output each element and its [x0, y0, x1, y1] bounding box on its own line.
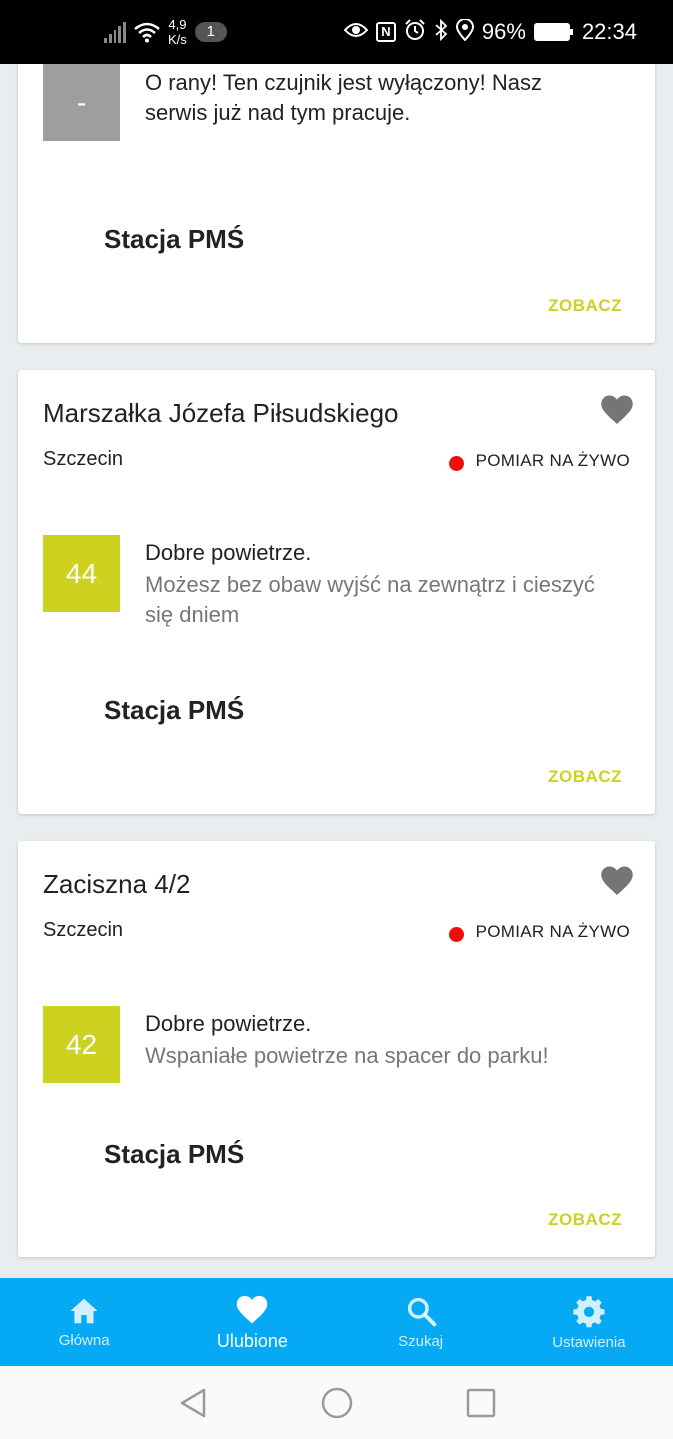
network-speed: 4,9 K/s [168, 17, 187, 47]
sensor-status-line-1: O rany! Ten czujnik jest wyłączony! Nasz [145, 70, 542, 95]
card-title: Zaciszna 4/2 [43, 869, 191, 899]
station-label: Stacja PMŚ [104, 224, 245, 254]
aqi-badge: - [43, 64, 120, 141]
clock: 22:34 [581, 19, 637, 44]
nav-settings[interactable]: Ustawienia [505, 1278, 673, 1366]
wifi-icon [134, 21, 160, 43]
heart-icon[interactable] [599, 863, 635, 897]
aqi-badge: 42 [43, 1006, 120, 1083]
square-recents-icon [466, 1388, 495, 1417]
circle-home-icon [321, 1387, 352, 1418]
battery-icon [533, 23, 573, 41]
card-city: Szczecin [43, 448, 124, 470]
live-dot-icon [448, 927, 464, 942]
notification-count-badge: 1 [194, 22, 227, 42]
home-icon [70, 1298, 98, 1323]
see-button[interactable]: ZOBACZ [548, 767, 622, 787]
live-dot-icon [448, 456, 464, 471]
network-speed-value: 4,9 [168, 17, 187, 32]
nav-settings-label: Ustawienia [552, 1333, 626, 1351]
bluetooth-icon [434, 18, 448, 46]
gear-icon [573, 1295, 605, 1327]
sensor-card: - O rany! Ten czujnik jest wyłączony! Na… [18, 44, 655, 343]
status-bar-right: N 96% 22:34 [343, 17, 637, 46]
aqi-badge: 44 [43, 535, 120, 612]
card-city: Szczecin [43, 919, 124, 941]
eye-icon [343, 21, 369, 44]
network-speed-unit: K/s [168, 32, 187, 47]
see-button[interactable]: ZOBACZ [548, 296, 622, 316]
nfc-icon: N [375, 22, 396, 42]
sensor-status: O rany! Ten czujnik jest wyłączony! Nasz… [145, 68, 542, 128]
back-button[interactable] [176, 1386, 210, 1420]
live-label: POMIAR NA ŻYWO [475, 921, 630, 941]
nav-search[interactable]: Szukaj [337, 1278, 505, 1366]
air-description: Wspaniałe powietrze na spacer do parku! [145, 1043, 549, 1068]
location-icon [455, 17, 474, 46]
signal-icon [104, 21, 126, 43]
alarm-icon [404, 18, 426, 46]
nav-favorites-label: Ulubione [216, 1330, 288, 1351]
search-icon [407, 1297, 436, 1326]
system-navigation [0, 1366, 673, 1439]
nav-favorites[interactable]: Ulubione [168, 1278, 336, 1366]
nav-home[interactable]: Główna [0, 1278, 168, 1366]
battery-percent: 96% [481, 19, 526, 44]
nav-home-label: Główna [58, 1331, 110, 1349]
heart-icon [237, 1295, 268, 1324]
air-description: Możesz bez obaw wyjść na zewnątrz i cies… [145, 572, 595, 627]
see-button[interactable]: ZOBACZ [548, 1210, 622, 1230]
home-system-button[interactable] [320, 1386, 354, 1420]
station-label: Stacja PMŚ [104, 1139, 245, 1169]
nav-search-label: Szukaj [398, 1332, 444, 1350]
sensor-card: Zaciszna 4/2 Szczecin POMIAR NA ŻYWO 42 … [18, 841, 655, 1257]
status-bar: 4,9 K/s 1 N 96% 22:34 [0, 0, 673, 64]
recents-button[interactable] [464, 1386, 498, 1420]
live-indicator: POMIAR NA ŻYWO [448, 921, 630, 942]
back-icon [180, 1388, 205, 1417]
air-status: Dobre powietrze. [145, 540, 312, 565]
live-label: POMIAR NA ŻYWO [475, 450, 630, 470]
sensor-card: Marszałka Józefa Piłsudskiego Szczecin P… [18, 370, 655, 814]
live-indicator: POMIAR NA ŻYWO [448, 450, 630, 471]
status-bar-left: 4,9 K/s 1 [104, 17, 227, 47]
station-label: Stacja PMŚ [104, 695, 245, 725]
sensor-status-line-2: serwis już nad tym pracuje. [145, 100, 411, 125]
bottom-navigation: Główna Ulubione Szukaj Ustawienia [0, 1278, 673, 1366]
card-title: Marszałka Józefa Piłsudskiego [43, 398, 399, 428]
heart-icon[interactable] [599, 392, 635, 426]
air-status: Dobre powietrze. [145, 1011, 312, 1036]
